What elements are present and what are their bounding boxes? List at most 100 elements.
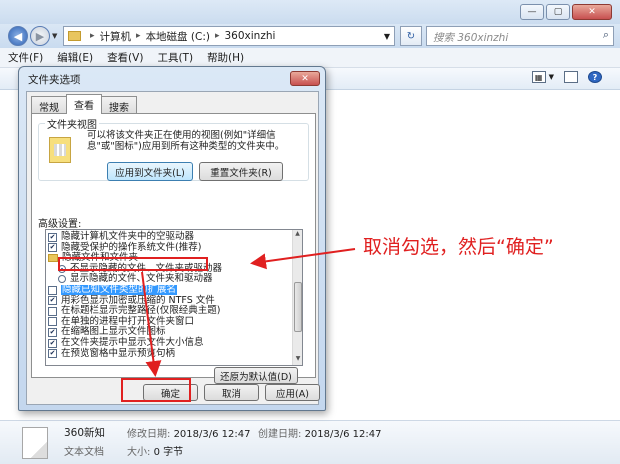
checkbox[interactable] bbox=[48, 285, 57, 295]
window-close-button[interactable]: ✕ bbox=[572, 4, 612, 20]
view-options-icon[interactable]: ▦ bbox=[531, 71, 546, 83]
setting-row[interactable]: ✔ 隐藏计算机文件夹中的空驱动器 bbox=[48, 232, 194, 242]
dialog-close-button[interactable]: ✕ bbox=[290, 71, 320, 86]
address-field[interactable]: ▸ 计算机 ▸ 本地磁盘 (C:) ▸ 360xinzhi ▼ bbox=[63, 26, 395, 46]
highlight-box-ok-button bbox=[121, 378, 191, 402]
setting-row[interactable]: 在单独的进程中打开文件夹窗口 bbox=[48, 315, 195, 327]
chevron-right-icon[interactable]: ▸ bbox=[215, 31, 220, 41]
setting-label: 在标题栏显示完整路径(仅限经典主题) bbox=[61, 305, 221, 317]
checkbox[interactable] bbox=[48, 317, 57, 327]
menu-bar: 文件(F) 编辑(E) 查看(V) 工具(T) 帮助(H) bbox=[0, 48, 620, 68]
setting-label: 在缩略图上显示文件图标 bbox=[61, 326, 166, 338]
setting-label: 隐藏已知文件类型的扩展名 bbox=[61, 284, 178, 295]
details-created: 创建日期: 2018/3/6 12:47 bbox=[258, 425, 381, 440]
recent-pages-dropdown-icon[interactable]: ▼ bbox=[52, 32, 57, 40]
folder-icon bbox=[48, 254, 58, 263]
setting-row[interactable]: ✔ 隐藏受保护的操作系统文件(推荐) bbox=[48, 241, 202, 253]
breadcrumb-drive-c[interactable]: 本地磁盘 (C:) bbox=[146, 29, 210, 44]
cancel-button[interactable]: 取消 bbox=[204, 384, 259, 401]
checkbox[interactable]: ✔ bbox=[48, 296, 57, 306]
checkbox[interactable]: ✔ bbox=[48, 349, 57, 359]
apply-button[interactable]: 应用(A) bbox=[265, 384, 320, 401]
details-pane: 360新知 文本文档 修改日期: 2018/3/6 12:47 大小: 0 字节… bbox=[0, 420, 620, 464]
folder-views-group: 文件夹视图 可以将该文件夹正在使用的视图(例如"详细信息"或"图标")应用到所有… bbox=[38, 116, 309, 181]
settings-scrollbar[interactable]: ▲ ▼ bbox=[292, 230, 302, 365]
menu-file[interactable]: 文件(F) bbox=[8, 50, 43, 65]
refresh-button[interactable]: ↻ bbox=[400, 26, 422, 46]
address-bar-area: ◀ ▶ ▼ ▸ 计算机 ▸ 本地磁盘 (C:) ▸ 360xinzhi ▼ ↻ … bbox=[0, 24, 620, 48]
breadcrumb-current-folder[interactable]: 360xinzhi bbox=[225, 30, 276, 42]
setting-label: 在文件夹提示中显示文件大小信息 bbox=[61, 337, 204, 348]
setting-row[interactable]: 在标题栏显示完整路径(仅限经典主题) bbox=[48, 306, 220, 316]
setting-label: 用彩色显示加密或压缩的 NTFS 文件 bbox=[61, 294, 215, 306]
search-placeholder: 搜索 360xinzhi bbox=[433, 32, 509, 44]
advanced-settings-list[interactable]: ✔ 在预览窗格中显示预览句柄 ✔ 在文件夹提示中显示文件大小信息 ✔ 在缩略图上显示文件图… bbox=[45, 229, 303, 366]
scroll-down-icon[interactable]: ▼ bbox=[293, 355, 302, 365]
apply-to-folders-button[interactable]: 应用到文件夹(L) bbox=[107, 162, 193, 181]
help-icon[interactable]: ? bbox=[588, 71, 602, 83]
modified-label: 修改日期: bbox=[127, 429, 171, 440]
setting-row[interactable]: ✔ 在文件夹提示中显示文件大小信息 bbox=[48, 338, 204, 348]
setting-row[interactable]: 隐藏已知文件类型的扩展名 bbox=[48, 284, 178, 295]
details-file-type: 文本文档 bbox=[64, 447, 104, 458]
view-tab-page: 文件夹视图 可以将该文件夹正在使用的视图(例如"详细信息"或"图标")应用到所有… bbox=[31, 113, 316, 384]
folder-views-label: 文件夹视图 bbox=[45, 116, 99, 131]
back-button[interactable]: ◀ bbox=[8, 26, 28, 46]
maximize-button[interactable]: ▢ bbox=[546, 4, 570, 20]
chevron-down-icon[interactable]: ▼ bbox=[384, 32, 390, 41]
preview-pane-icon[interactable] bbox=[564, 71, 578, 83]
text-document-icon bbox=[22, 427, 48, 459]
size-label: 大小: bbox=[127, 447, 151, 458]
setting-row[interactable]: 显示隐藏的文件、文件夹和驱动器 bbox=[58, 274, 213, 284]
checkbox[interactable]: ✔ bbox=[48, 327, 57, 337]
reset-folders-button[interactable]: 重置文件夹(R) bbox=[199, 162, 283, 181]
setting-label: 隐藏受保护的操作系统文件(推荐) bbox=[61, 241, 202, 253]
folder-options-dialog: 文件夹选项 ✕ 常规 查看 搜索 文件夹视图 可以将该文件夹正在使用的视图(例如… bbox=[18, 66, 326, 411]
details-file-name: 360新知 bbox=[64, 427, 106, 439]
restore-defaults-button[interactable]: 还原为默认值(D) bbox=[214, 367, 298, 384]
scroll-thumb[interactable] bbox=[294, 282, 302, 332]
radio-button[interactable] bbox=[58, 275, 66, 284]
setting-row[interactable]: ✔ 在缩略图上显示文件图标 bbox=[48, 327, 166, 337]
setting-label: 隐藏计算机文件夹中的空驱动器 bbox=[61, 231, 195, 242]
advanced-settings-label: 高级设置: bbox=[38, 219, 82, 230]
menu-tools[interactable]: 工具(T) bbox=[157, 50, 193, 65]
scroll-up-icon[interactable]: ▲ bbox=[293, 230, 302, 240]
window-titlebar: — ▢ ✕ bbox=[0, 0, 620, 24]
annotation-callout: 取消勾选，然后“确定” bbox=[363, 236, 554, 258]
menu-help[interactable]: 帮助(H) bbox=[207, 50, 244, 65]
dialog-tabs: 常规 查看 搜索 bbox=[31, 94, 137, 114]
created-value: 2018/3/6 12:47 bbox=[304, 429, 382, 440]
folder-icon bbox=[68, 31, 81, 41]
details-modified: 修改日期: 2018/3/6 12:47 bbox=[127, 425, 250, 440]
details-size: 大小: 0 字节 bbox=[127, 443, 183, 458]
menu-view[interactable]: 查看(V) bbox=[107, 50, 143, 65]
minimize-button[interactable]: — bbox=[520, 4, 544, 20]
dialog-body: 常规 查看 搜索 文件夹视图 可以将该文件夹正在使用的视图(例如"详细信息"或"… bbox=[26, 91, 320, 405]
chevron-right-icon[interactable]: ▸ bbox=[90, 31, 95, 41]
size-value: 0 字节 bbox=[153, 447, 184, 458]
forward-button[interactable]: ▶ bbox=[30, 26, 50, 46]
dialog-title: 文件夹选项 bbox=[28, 74, 81, 86]
checkbox[interactable]: ✔ bbox=[48, 243, 57, 253]
folder-views-description: 可以将该文件夹正在使用的视图(例如"详细信息"或"图标")应用到所有这种类型的文… bbox=[87, 130, 285, 152]
tab-general[interactable]: 常规 bbox=[31, 96, 67, 114]
checkbox[interactable]: ✔ bbox=[48, 338, 57, 348]
setting-label: 在单独的进程中打开文件夹窗口 bbox=[61, 315, 195, 327]
created-label: 创建日期: bbox=[258, 429, 302, 440]
checkbox[interactable]: ✔ bbox=[48, 232, 57, 242]
folder-views-icon bbox=[49, 137, 71, 163]
checkbox[interactable] bbox=[48, 306, 57, 316]
tab-view[interactable]: 查看 bbox=[66, 94, 102, 114]
menu-edit[interactable]: 编辑(E) bbox=[57, 50, 93, 65]
setting-row[interactable]: ✔ 用彩色显示加密或压缩的 NTFS 文件 bbox=[48, 294, 215, 306]
setting-row[interactable]: ✔ 在预览窗格中显示预览句柄 bbox=[48, 347, 176, 359]
chevron-down-icon[interactable]: ▼ bbox=[549, 73, 554, 81]
search-icon[interactable]: ⌕ bbox=[603, 28, 609, 42]
breadcrumb-computer[interactable]: 计算机 bbox=[100, 29, 132, 44]
tab-search[interactable]: 搜索 bbox=[101, 96, 137, 114]
chevron-right-icon[interactable]: ▸ bbox=[136, 31, 141, 41]
search-input[interactable]: 搜索 360xinzhi ⌕ bbox=[426, 26, 614, 46]
setting-label: 在预览窗格中显示预览句柄 bbox=[61, 347, 176, 359]
modified-value: 2018/3/6 12:47 bbox=[173, 429, 251, 440]
